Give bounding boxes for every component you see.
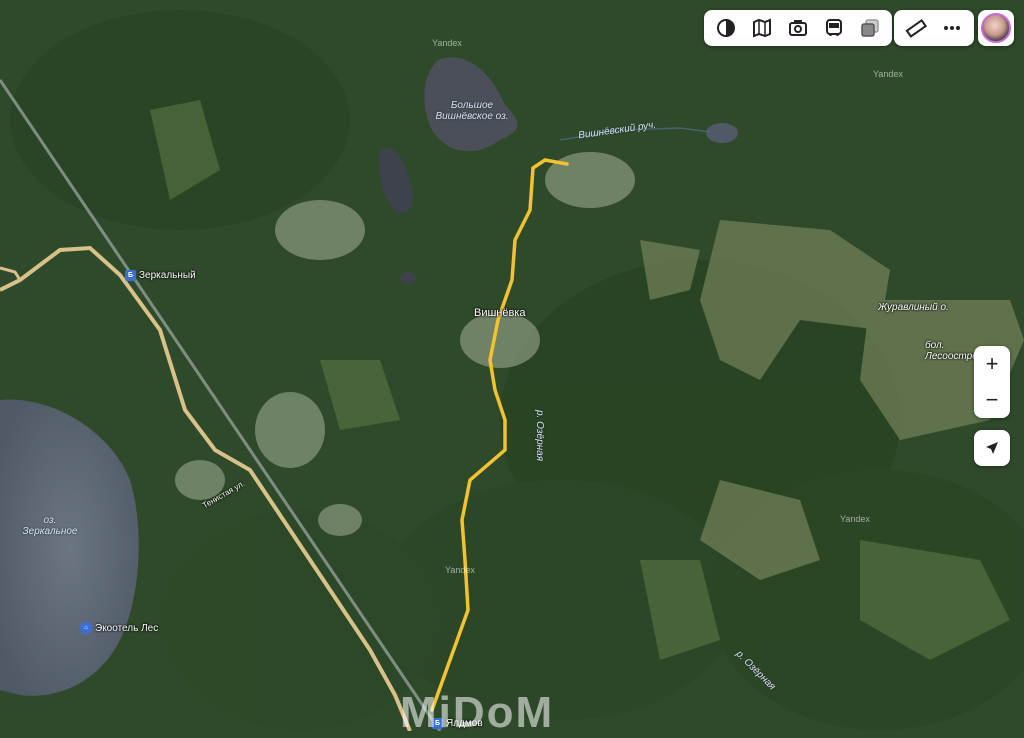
poi-label: Экоотель Лес xyxy=(95,622,159,634)
locate-me-button[interactable] xyxy=(974,430,1010,466)
river-ozernaya-label: р. Озёрная xyxy=(534,410,545,462)
layers-icon[interactable] xyxy=(708,10,744,46)
provider-watermark: Yandex xyxy=(432,38,462,48)
zoom-controls: + − xyxy=(974,346,1010,418)
profile-avatar-button[interactable] xyxy=(978,10,1014,46)
lake-zerkalnoe-label: оз. Зеркальное xyxy=(22,515,78,537)
provider-watermark: Yandex xyxy=(873,69,903,79)
lake-big-vishnevskoe-label: Большое Вишнёвское оз. xyxy=(435,100,509,122)
poi-label: Зеркальный xyxy=(139,270,196,281)
more-icon[interactable] xyxy=(934,10,970,46)
poi-ecohotel[interactable]: ⌂ Экоотель Лес xyxy=(80,622,158,634)
zoom-out-button[interactable]: − xyxy=(974,382,1010,418)
navigation-arrow-icon xyxy=(974,430,1010,466)
layers-toolbar xyxy=(704,10,892,46)
stack-icon[interactable] xyxy=(852,10,888,46)
provider-watermark: Yandex xyxy=(445,565,475,575)
zoom-in-button[interactable]: + xyxy=(974,346,1010,382)
hotel-icon: ⌂ xyxy=(80,622,92,634)
train-station-icon: Б xyxy=(125,270,136,281)
village-vishnevka-label[interactable]: Вишнёвка xyxy=(474,307,526,319)
lake-zhuravliny-label: Журавлиный о. xyxy=(878,302,949,313)
camera-icon[interactable] xyxy=(780,10,816,46)
poi-station-zerkalny[interactable]: Б Зеркальный xyxy=(125,270,196,281)
avatar xyxy=(981,13,1011,43)
panorama-map-icon[interactable] xyxy=(744,10,780,46)
tools-toolbar xyxy=(894,10,974,46)
provider-watermark: Yandex xyxy=(840,514,870,524)
bus-icon[interactable] xyxy=(816,10,852,46)
ruler-icon[interactable] xyxy=(898,10,934,46)
